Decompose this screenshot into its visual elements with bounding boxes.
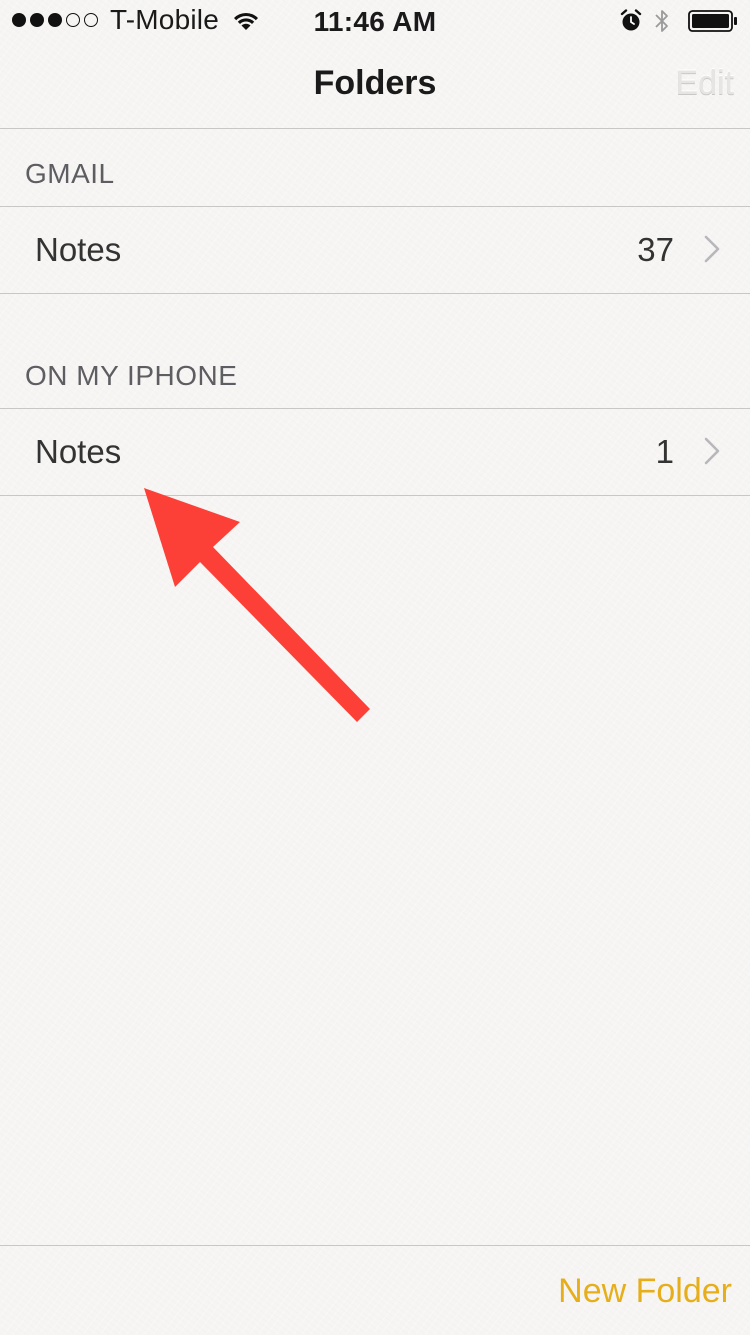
- section-header-gmail: GMAIL: [25, 158, 115, 189]
- navigation-bar: Folders Edit: [0, 40, 750, 129]
- bluetooth-icon: [654, 8, 670, 34]
- new-folder-button[interactable]: New Folder: [558, 1272, 732, 1311]
- folder-row-iphone-notes[interactable]: Notes 1: [0, 408, 750, 496]
- bottom-toolbar: New Folder: [0, 1245, 750, 1335]
- edit-button[interactable]: Edit: [675, 64, 734, 103]
- folder-count: 37: [637, 231, 674, 268]
- alarm-icon: [620, 9, 642, 33]
- battery-icon: [688, 10, 738, 32]
- chevron-right-icon: [704, 437, 720, 470]
- section-header-on-my-iphone: ON MY IPHONE: [25, 360, 238, 391]
- status-right: [620, 6, 738, 36]
- folder-label: Notes: [35, 433, 122, 470]
- folder-row-gmail-notes[interactable]: Notes 37: [0, 206, 750, 294]
- status-bar: T-Mobile 11:46 AM: [0, 0, 750, 40]
- folder-label: Notes: [35, 231, 122, 268]
- paper-background: [0, 0, 750, 1334]
- folder-count: 1: [655, 433, 674, 470]
- chevron-right-icon: [704, 235, 720, 268]
- page-title: Folders: [313, 64, 437, 102]
